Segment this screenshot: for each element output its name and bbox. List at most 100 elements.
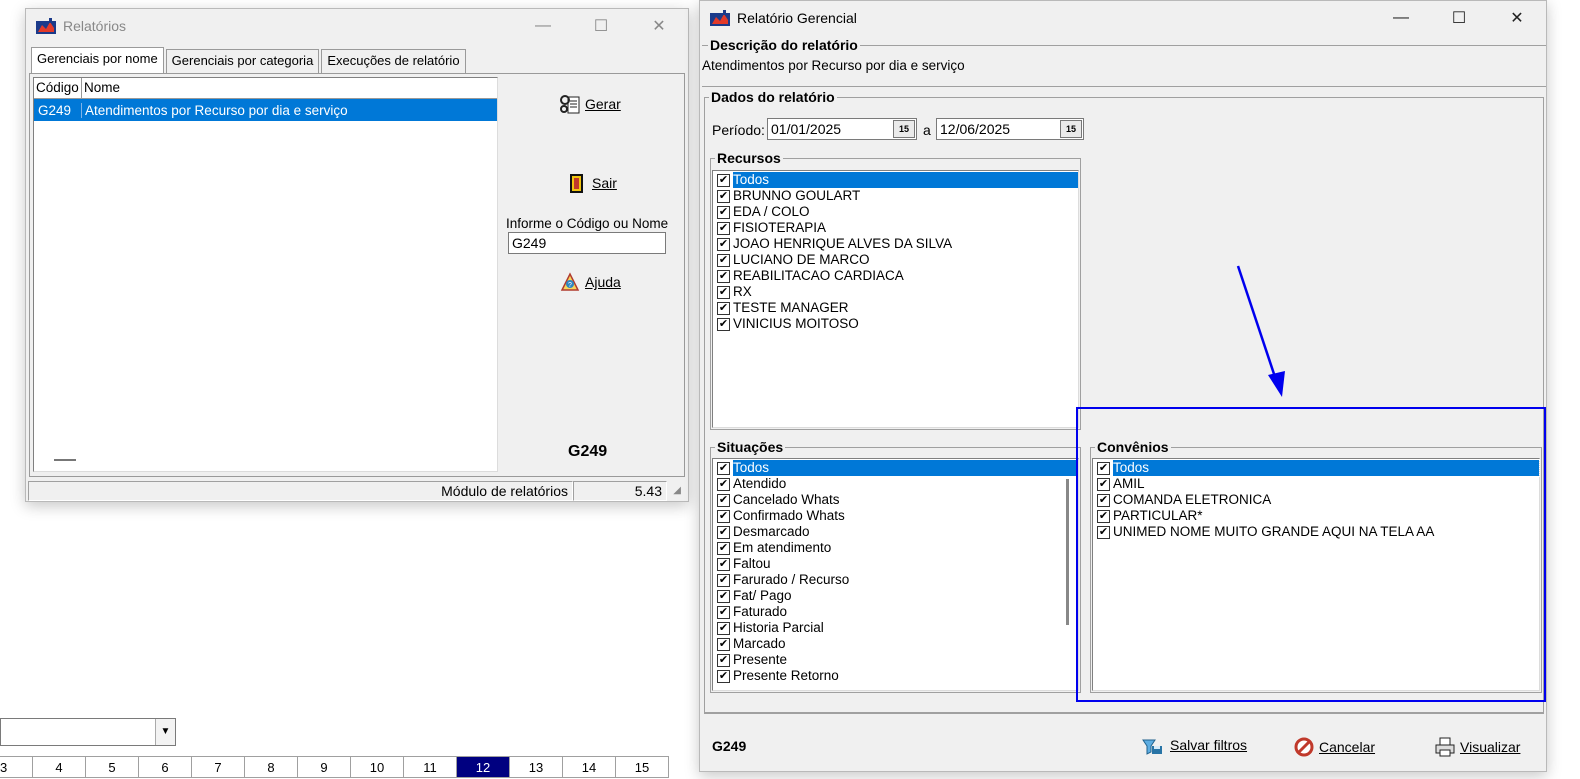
calendar-icon[interactable]: 15 [893,120,915,138]
checkbox-checked-icon[interactable]: ✔ [717,237,730,251]
salvar-filtros-button[interactable]: Salvar filtros [1138,734,1247,756]
tab-execucoes-de-relatorio[interactable]: Execuções de relatório [321,49,466,73]
checkbox-checked-icon[interactable]: ✔ [717,653,730,667]
ajuda-button[interactable]: ? Ajuda [559,271,621,293]
list-item[interactable]: ✔ Farurado / Recurso [713,572,1078,588]
list-item[interactable]: ✔ Marcado [713,636,1078,652]
calendar-icon[interactable]: 15 [1060,120,1082,138]
checkbox-checked-icon[interactable]: ✔ [717,189,730,203]
checkbox-checked-icon[interactable]: ✔ [717,573,730,587]
checkbox-checked-icon[interactable]: ✔ [717,221,730,235]
list-item[interactable]: ✔ RX [713,284,1078,300]
checkbox-checked-icon[interactable]: ✔ [717,461,730,475]
minimize-icon[interactable]: — [1372,1,1430,35]
calendar-day-cell[interactable]: 13 [510,756,563,778]
minimize-icon[interactable]: — [514,9,572,43]
list-item-label: REABILITACAO CARDIACA [733,268,904,283]
checkbox-checked-icon[interactable]: ✔ [717,509,730,523]
calendar-day-cell[interactable]: 15 [616,756,669,778]
list-item[interactable]: ✔ Presente [713,652,1078,668]
list-item-label: Historia Parcial [733,620,824,635]
close-icon[interactable]: ✕ [630,9,688,43]
calendar-day-cell[interactable]: 6 [139,756,192,778]
list-item[interactable]: ✔ LUCIANO DE MARCO [713,252,1078,268]
checkbox-checked-icon[interactable]: ✔ [717,557,730,571]
list-item[interactable]: ✔ BRUNNO GOULART [713,188,1078,204]
list-item[interactable]: ✔ Em atendimento [713,540,1078,556]
situacoes-scrollbar[interactable] [1066,479,1069,625]
list-item[interactable]: ✔ TESTE MANAGER [713,300,1078,316]
checkbox-checked-icon[interactable]: ✔ [717,205,730,219]
list-item[interactable]: ✔ Historia Parcial [713,620,1078,636]
visualizar-button[interactable]: Visualizar [1434,736,1520,758]
calendar-day-cell[interactable]: 5 [86,756,139,778]
maximize-icon[interactable]: ☐ [1430,1,1488,35]
list-item[interactable]: ✔ Cancelado Whats [713,492,1078,508]
calendar-day-cell[interactable]: 11 [404,756,457,778]
checkbox-checked-icon[interactable]: ✔ [717,317,730,331]
resize-grip-icon[interactable]: ◢ [667,481,681,501]
gerencial-titlebar[interactable]: Relatório Gerencial — ☐ ✕ [700,1,1546,35]
checkbox-checked-icon[interactable]: ✔ [717,669,730,683]
checkbox-checked-icon[interactable]: ✔ [717,301,730,315]
checkbox-checked-icon[interactable]: ✔ [717,477,730,491]
checkbox-checked-icon[interactable]: ✔ [717,525,730,539]
checkbox-checked-icon[interactable]: ✔ [717,285,730,299]
gerar-label: Gerar [585,96,621,112]
list-item[interactable]: ✔ Faturado [713,604,1078,620]
table-row[interactable]: G249 Atendimentos por Recurso por dia e … [34,99,497,121]
checkbox-checked-icon[interactable]: ✔ [717,637,730,651]
exit-door-icon [570,174,583,193]
code-search-input[interactable]: G249 [508,232,666,254]
list-item[interactable]: ✔ Confirmado Whats [713,508,1078,524]
situacoes-list[interactable]: ✔ Todos ✔ Atendido ✔ Cancelado Whats ✔ Confirma… [712,458,1079,691]
calendar-day-cell[interactable]: 12 [457,756,510,778]
calendar-day-cell[interactable]: 8 [245,756,298,778]
calendar-day-cell[interactable]: 9 [298,756,351,778]
list-item[interactable]: ✔ Todos [713,460,1078,476]
tab-gerenciais-por-nome[interactable]: Gerenciais por nome [31,47,164,73]
list-item[interactable]: ✔ EDA / COLO [713,204,1078,220]
checkbox-checked-icon[interactable]: ✔ [717,589,730,603]
calendar-day-cell[interactable]: 14 [563,756,616,778]
list-item[interactable]: ✔ Fat/ Pago [713,588,1078,604]
column-header-nome[interactable]: Nome [82,78,497,98]
relatorios-titlebar[interactable]: Relatórios — ☐ ✕ [26,9,688,43]
list-item[interactable]: ✔ FISIOTERAPIA [713,220,1078,236]
list-item[interactable]: ✔ Faltou [713,556,1078,572]
calendar-day-cell[interactable]: 3 [0,756,33,778]
report-table[interactable]: Código Nome G249 Atendimentos por Recurs… [33,77,498,472]
checkbox-checked-icon[interactable]: ✔ [717,621,730,635]
calendar-day-cell[interactable]: 4 [33,756,86,778]
recursos-list[interactable]: ✔ Todos ✔ BRUNNO GOULART ✔ EDA / COLO ✔ FISIOTE… [712,170,1079,428]
background-combobox[interactable]: ▼ [0,718,176,746]
checkbox-checked-icon[interactable]: ✔ [717,253,730,267]
list-item[interactable]: ✔ VINICIUS MOITOSO [713,316,1078,332]
list-item[interactable]: ✔ Todos [713,172,1078,188]
list-item[interactable]: ✔ JOAO HENRIQUE ALVES DA SILVA [713,236,1078,252]
checkbox-checked-icon[interactable]: ✔ [717,269,730,283]
horizontal-scroll-thumb[interactable] [54,459,76,461]
checkbox-checked-icon[interactable]: ✔ [717,173,730,187]
calendar-day-cell[interactable]: 10 [351,756,404,778]
list-item[interactable]: ✔ Desmarcado [713,524,1078,540]
list-item-label: BRUNNO GOULART [733,188,861,203]
cancelar-button[interactable]: Cancelar [1293,736,1375,758]
list-item[interactable]: ✔ Presente Retorno [713,668,1078,684]
list-item[interactable]: ✔ Atendido [713,476,1078,492]
maximize-icon[interactable]: ☐ [572,9,630,43]
sair-button[interactable]: Sair [566,172,617,194]
list-item[interactable]: ✔ REABILITACAO CARDIACA [713,268,1078,284]
close-icon[interactable]: ✕ [1488,1,1546,35]
tab-gerenciais-por-categoria[interactable]: Gerenciais por categoria [165,49,320,73]
list-item-label: Cancelado Whats [733,492,840,507]
checkbox-checked-icon[interactable]: ✔ [717,605,730,619]
calendar-day-cell[interactable]: 7 [192,756,245,778]
printer-icon [1435,737,1455,757]
column-header-codigo[interactable]: Código [34,78,82,98]
table-header: Código Nome [34,78,497,99]
checkbox-checked-icon[interactable]: ✔ [717,493,730,507]
chevron-down-icon[interactable]: ▼ [155,719,175,745]
checkbox-checked-icon[interactable]: ✔ [717,541,730,555]
gerar-button[interactable]: Gerar [559,93,621,115]
